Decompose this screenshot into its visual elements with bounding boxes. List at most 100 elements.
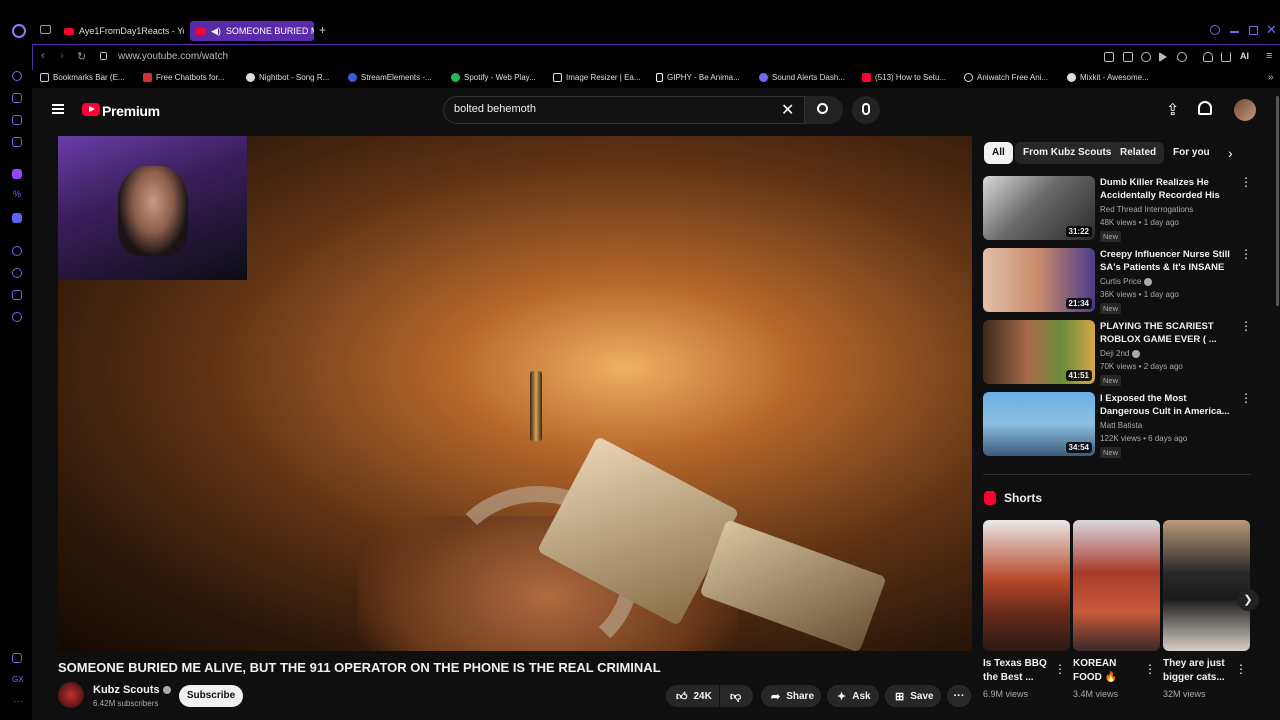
youtube-logo-text[interactable]: Premium — [102, 103, 160, 119]
shorts-next-button[interactable]: ❯ — [1237, 589, 1259, 611]
share-button[interactable]: ➦ Share — [761, 685, 821, 707]
guide-menu-icon[interactable] — [52, 104, 64, 114]
player-icon[interactable] — [1159, 52, 1167, 62]
short-title[interactable]: KOREAN FOOD 🔥 — [1073, 657, 1143, 685]
more-vertical-icon[interactable]: ⋮ — [1054, 662, 1066, 676]
gx-icon[interactable]: GX — [12, 675, 24, 684]
maximize-icon[interactable] — [1249, 26, 1258, 35]
recommendation-channel[interactable]: Red Thread Interrogations — [1100, 205, 1193, 214]
tab-islands-icon[interactable] — [12, 115, 22, 125]
recommendation-item[interactable]: 34:54 I Exposed the Most Dangerous Cult … — [983, 392, 1252, 460]
chip-for-you[interactable]: For you — [1165, 142, 1218, 164]
bookmark-item[interactable]: Mixkit - Awesome... — [1067, 73, 1149, 82]
more-sidebar-icon[interactable]: ··· — [13, 696, 23, 707]
chevron-right-icon[interactable]: › — [1228, 145, 1233, 161]
video-thumbnail[interactable]: 21:34 — [983, 248, 1095, 312]
tab-someone-buried-me[interactable]: ◀) SOMEONE BURIED ME — [190, 21, 314, 41]
recommendation-title[interactable]: Creepy Influencer Nurse Still SA's Patie… — [1100, 248, 1236, 274]
sidebar-setup-icon[interactable] — [12, 653, 22, 663]
bookmark-item[interactable]: Nightbot - Song R... — [246, 73, 329, 82]
recommendation-item[interactable]: 41:51 PLAYING THE SCARIEST ROBLOX GAME E… — [983, 320, 1252, 388]
minimize-icon[interactable] — [1230, 31, 1239, 33]
more-vertical-icon[interactable]: ⋮ — [1235, 662, 1247, 676]
discord-icon[interactable] — [12, 213, 22, 223]
voice-search-button[interactable] — [852, 96, 880, 124]
profile-icon[interactable] — [1203, 52, 1213, 62]
heart-icon[interactable] — [1177, 52, 1187, 62]
bookmark-item[interactable]: StreamElements -... — [348, 73, 432, 82]
opera-logo-icon[interactable] — [12, 24, 26, 38]
player-sidebar-icon[interactable] — [12, 246, 22, 256]
vpn-icon[interactable] — [1141, 52, 1151, 62]
tab-overview-icon[interactable] — [40, 25, 51, 34]
search-input[interactable]: bolted behemoth — [454, 103, 536, 115]
aria-icon[interactable] — [12, 71, 22, 81]
video-player[interactable] — [58, 136, 972, 651]
new-tab-button[interactable]: + — [319, 23, 326, 37]
more-bookmarks-icon[interactable]: » — [1268, 72, 1274, 83]
short-thumbnail[interactable] — [983, 520, 1070, 651]
bookmark-item[interactable]: Spotify - Web Play... — [451, 73, 536, 82]
tab-aye1fromday1reacts[interactable]: Aye1FromDay1Reacts - Yo — [58, 21, 184, 41]
history-icon[interactable] — [12, 268, 22, 278]
download-icon[interactable] — [1221, 52, 1231, 62]
search-tabs-icon[interactable] — [1210, 25, 1220, 35]
dislike-button[interactable]: 👎︎ — [720, 685, 753, 707]
ask-button[interactable]: ✦ Ask — [827, 685, 879, 707]
more-actions-button[interactable]: ··· — [947, 685, 971, 707]
upload-icon[interactable]: ⇪ — [1166, 100, 1179, 120]
clear-search-icon[interactable]: ✕ — [781, 100, 794, 120]
more-vertical-icon[interactable]: ⋮ — [1144, 662, 1156, 676]
more-vertical-icon[interactable]: ⋮ — [1240, 176, 1252, 188]
more-vertical-icon[interactable]: ⋮ — [1240, 320, 1252, 332]
snapshot-icon[interactable] — [1123, 52, 1133, 62]
channel-name[interactable]: Kubz Scouts — [93, 684, 171, 696]
chip-from-kubz-scouts[interactable]: From Kubz Scouts — [1015, 142, 1120, 164]
channel-avatar[interactable] — [58, 682, 84, 708]
youtube-logo-icon[interactable] — [82, 103, 100, 116]
bookmark-item[interactable]: Bookmarks Bar (E... — [40, 73, 125, 82]
chip-all[interactable]: All — [984, 142, 1013, 164]
url-field[interactable]: www.youtube.com/watch — [118, 51, 228, 62]
back-icon[interactable]: ‹ — [41, 50, 45, 62]
page-scrollbar[interactable] — [1276, 96, 1279, 306]
percent-icon[interactable]: % — [13, 189, 21, 199]
forward-icon[interactable]: › — [60, 50, 64, 62]
short-title[interactable]: Is Texas BBQ the Best ... — [983, 657, 1053, 685]
recommendation-channel[interactable]: Curtis Price — [1100, 277, 1153, 286]
extensions-icon[interactable] — [12, 290, 22, 300]
notifications-bell-icon[interactable] — [1198, 101, 1212, 115]
short-thumbnail[interactable] — [1073, 520, 1160, 651]
video-thumbnail[interactable]: 41:51 — [983, 320, 1095, 384]
recommendation-item[interactable]: 31:22 Dumb Killer Realizes He Accidental… — [983, 176, 1252, 244]
recommendation-channel[interactable]: Matt Batista — [1100, 421, 1142, 430]
recommendation-title[interactable]: PLAYING THE SCARIEST ROBLOX GAME EVER ( … — [1100, 320, 1236, 346]
video-thumbnail[interactable]: 34:54 — [983, 392, 1095, 456]
bookmark-item[interactable]: Image Resizer | Ea... — [553, 73, 641, 82]
messenger-icon[interactable] — [12, 137, 22, 147]
chip-related[interactable]: Related — [1112, 142, 1165, 164]
account-avatar[interactable] — [1234, 99, 1256, 121]
recommendation-title[interactable]: I Exposed the Most Dangerous Cult in Ame… — [1100, 392, 1236, 418]
short-thumbnail[interactable] — [1163, 520, 1250, 651]
lock-icon[interactable] — [100, 52, 107, 60]
video-thumbnail[interactable]: 31:22 — [983, 176, 1095, 240]
twitch-icon[interactable] — [12, 169, 22, 179]
bookmark-item[interactable]: (513) How to Setu... — [862, 73, 946, 82]
bookmark-item[interactable]: Aniwatch Free Ani... — [964, 73, 1048, 82]
close-window-icon[interactable]: ✕ — [1266, 22, 1277, 38]
search-button[interactable] — [805, 96, 843, 124]
recommendation-title[interactable]: Dumb Killer Realizes He Accidentally Rec… — [1100, 176, 1236, 202]
bookmark-item[interactable]: GIPHY - Be Anima... — [656, 73, 740, 82]
bookmark-page-icon[interactable] — [1104, 52, 1114, 62]
subscribe-button[interactable]: Subscribe — [179, 685, 243, 707]
short-title[interactable]: They are just bigger cats... — [1163, 657, 1233, 685]
settings-icon[interactable] — [12, 312, 22, 322]
save-button[interactable]: ⊞ Save — [885, 685, 941, 707]
more-vertical-icon[interactable]: ⋮ — [1240, 392, 1252, 404]
like-button[interactable]: 👍︎ 24K — [666, 685, 719, 707]
more-vertical-icon[interactable]: ⋮ — [1240, 248, 1252, 260]
ai-button[interactable]: AI — [1240, 51, 1249, 61]
recommendation-item[interactable]: 21:34 Creepy Influencer Nurse Still SA's… — [983, 248, 1252, 316]
bookmark-item[interactable]: Free Chatbots for... — [143, 73, 224, 82]
